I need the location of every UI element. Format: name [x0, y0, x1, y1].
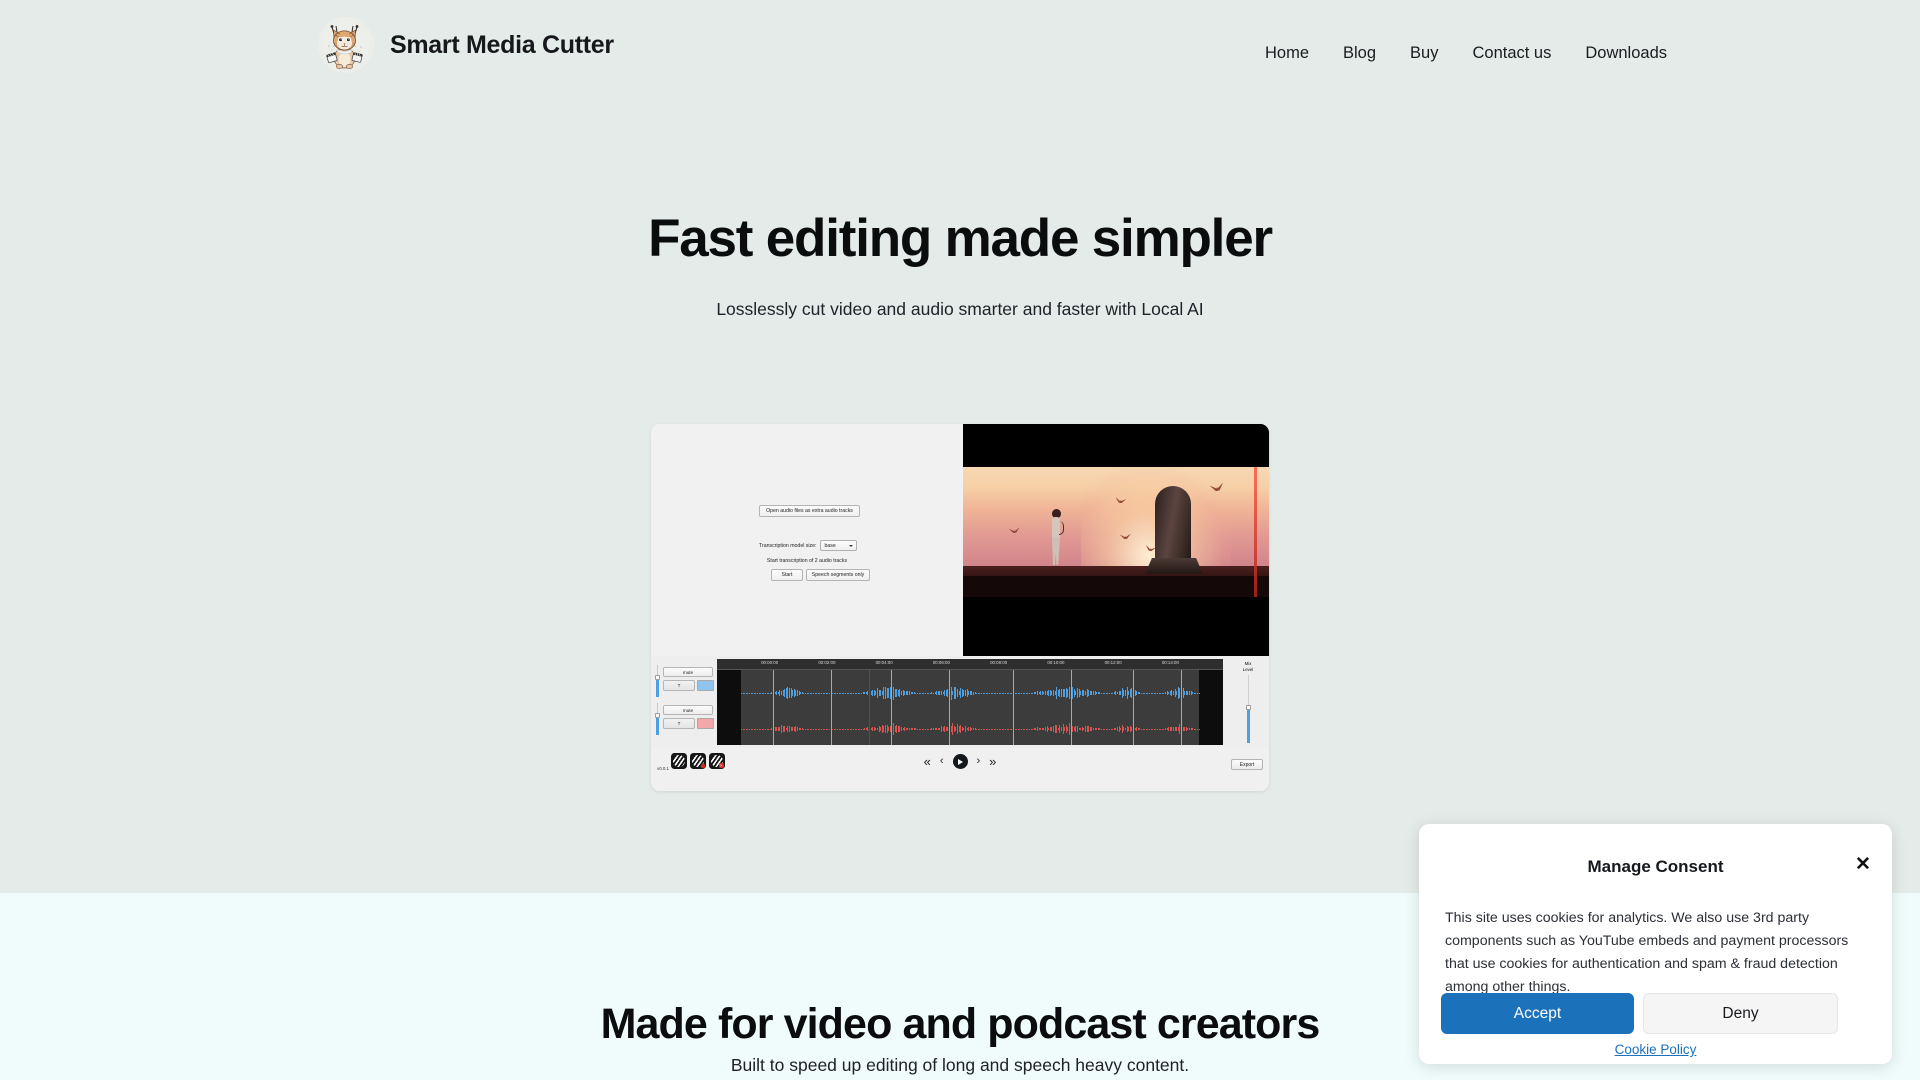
- timeline-tick: 00:10:00: [1047, 660, 1065, 665]
- playhead[interactable]: [869, 670, 870, 745]
- consent-dialog-actions: Accept Deny: [1441, 993, 1838, 1034]
- timeline-tick: 00:02:00: [818, 660, 836, 665]
- nav-item-home[interactable]: Home: [1265, 44, 1309, 63]
- letterbox-top: [963, 424, 1269, 467]
- consent-dialog-title: Manage Consent: [1587, 857, 1724, 876]
- track-volume-slider-2[interactable]: [655, 703, 660, 735]
- red-edge-light: [1254, 467, 1257, 597]
- open-audio-files-button[interactable]: Open audio files as extra audio tracks: [759, 505, 860, 517]
- start-transcription-button[interactable]: Start: [771, 569, 803, 581]
- app-bottom-bar: v0.0.1 « ‹ › » E: [651, 748, 1269, 791]
- waveform-bar: [1198, 728, 1200, 730]
- track-color-swatch-2[interactable]: [697, 718, 714, 729]
- timeline-tick: 00:04:00: [875, 660, 893, 665]
- clip-boundary: [1133, 670, 1134, 745]
- mix-level-control: Mix Level: [1229, 659, 1267, 745]
- track-color-swatch-1[interactable]: [697, 680, 714, 691]
- skip-forward-icon[interactable]: »: [989, 755, 996, 768]
- timeline-clips[interactable]: [741, 670, 1200, 745]
- statue-base: [1145, 558, 1203, 574]
- page-root: Smart Media Cutter Home Blog Buy Contact…: [0, 0, 1920, 1080]
- hero-title: Fast editing made simpler: [648, 209, 1273, 268]
- manage-consent-dialog: Manage Consent ✕ This site uses cookies …: [1419, 824, 1892, 1064]
- brand-logo-link[interactable]: Smart Media Cutter: [318, 17, 614, 73]
- site-header: Smart Media Cutter Home Blog Buy Contact…: [0, 0, 1920, 108]
- mix-level-label: Mix Level: [1242, 661, 1254, 672]
- slider-fill: [656, 717, 659, 735]
- step-forward-icon[interactable]: ›: [977, 756, 981, 767]
- timeline-tick: 00:12:00: [1104, 660, 1122, 665]
- clip-boundary: [1071, 670, 1072, 745]
- main-navigation: Home Blog Buy Contact us Downloads: [1265, 44, 1667, 63]
- track-mute-button-1[interactable]: mute: [663, 667, 713, 677]
- slider-knob[interactable]: [1246, 705, 1251, 710]
- timeline-tick: 00:06:00: [932, 660, 950, 665]
- transcription-model-label: Transcription model size:: [759, 542, 817, 549]
- track-mute-button-2[interactable]: mute: [663, 705, 713, 715]
- nav-item-downloads[interactable]: Downloads: [1585, 44, 1667, 63]
- lynx-mascot-clapperboard-logo-icon: [318, 17, 374, 73]
- app-screenshot-preview: Open audio files as extra audio tracks T…: [651, 424, 1269, 791]
- step-back-icon[interactable]: ‹: [940, 756, 944, 767]
- timeline-tick: 00:14:00: [1161, 660, 1179, 665]
- brand-name: Smart Media Cutter: [390, 30, 614, 59]
- nav-item-contact-us[interactable]: Contact us: [1472, 44, 1551, 63]
- slider-fill: [1247, 709, 1250, 743]
- clip-boundary: [773, 670, 774, 745]
- clip-boundary: [1013, 670, 1014, 745]
- play-icon[interactable]: [952, 754, 968, 769]
- track-volume-slider-1[interactable]: [655, 665, 660, 697]
- slider-knob[interactable]: [655, 675, 660, 680]
- app-upper-area: Open audio files as extra audio tracks T…: [651, 424, 1269, 656]
- track-controls: mute T mute T: [653, 659, 715, 745]
- cookie-policy-link[interactable]: Cookie Policy: [1419, 1042, 1892, 1057]
- consent-dialog-body: This site uses cookies for analytics. We…: [1445, 910, 1849, 996]
- transcription-model-row: Transcription model size: base: [759, 540, 858, 551]
- deny-button[interactable]: Deny: [1643, 993, 1838, 1034]
- mix-level-slider[interactable]: [1246, 675, 1251, 743]
- track-transcript-button-2[interactable]: T: [663, 718, 695, 729]
- clip-boundary: [949, 670, 950, 745]
- export-button[interactable]: Export: [1231, 759, 1263, 770]
- ground-silhouette-lower: [963, 576, 1269, 597]
- waveform-track-2: [741, 716, 1200, 742]
- app-left-panel: Open audio files as extra audio tracks T…: [651, 424, 963, 656]
- timeline-canvas[interactable]: 00:00:00 00:02:00 00:04:00 00:06:00 00:08:00…: [717, 659, 1223, 745]
- chevron-down-icon: [849, 544, 854, 547]
- transcription-model-select[interactable]: base: [820, 540, 858, 551]
- figure-legs: [1052, 537, 1060, 565]
- track-row-1: mute T: [653, 665, 715, 699]
- start-transcription-info: Start transcription of 2 audio tracks: [766, 558, 848, 564]
- waveform-track-1: [741, 680, 1200, 706]
- character-figure: [1049, 509, 1064, 571]
- letterbox-bottom: [963, 597, 1269, 656]
- slider-knob[interactable]: [655, 713, 660, 718]
- waveform-bar: [1198, 692, 1200, 694]
- track-row-2: mute T: [653, 703, 715, 737]
- transcription-model-value: base: [824, 542, 836, 549]
- transport-controls: « ‹ › »: [651, 754, 1269, 769]
- nav-item-buy[interactable]: Buy: [1410, 44, 1438, 63]
- timeline-tick: 00:08:00: [990, 660, 1008, 665]
- close-icon[interactable]: ✕: [1852, 853, 1874, 875]
- skip-back-icon[interactable]: «: [924, 755, 931, 768]
- hero-subtitle: Losslessly cut video and audio smarter a…: [716, 299, 1204, 319]
- speech-segments-only-button[interactable]: Speech segments only: [806, 569, 870, 581]
- clip-boundary: [831, 670, 832, 745]
- transcription-controls: Open audio files as extra audio tracks T…: [651, 424, 963, 656]
- video-preview: [963, 424, 1269, 656]
- slider-fill: [656, 679, 659, 697]
- clip-boundary: [891, 670, 892, 745]
- timeline-area: mute T mute T 00:00:00 00:02:00 00:04:00…: [651, 656, 1269, 748]
- timeline-tick: 00:00:00: [761, 660, 779, 665]
- nav-item-blog[interactable]: Blog: [1343, 44, 1376, 63]
- timeline-ruler[interactable]: 00:00:00 00:02:00 00:04:00 00:06:00 00:08:00…: [717, 659, 1223, 670]
- accept-button[interactable]: Accept: [1441, 993, 1634, 1034]
- clip-boundary: [1181, 670, 1182, 745]
- track-transcript-button-1[interactable]: T: [663, 680, 695, 691]
